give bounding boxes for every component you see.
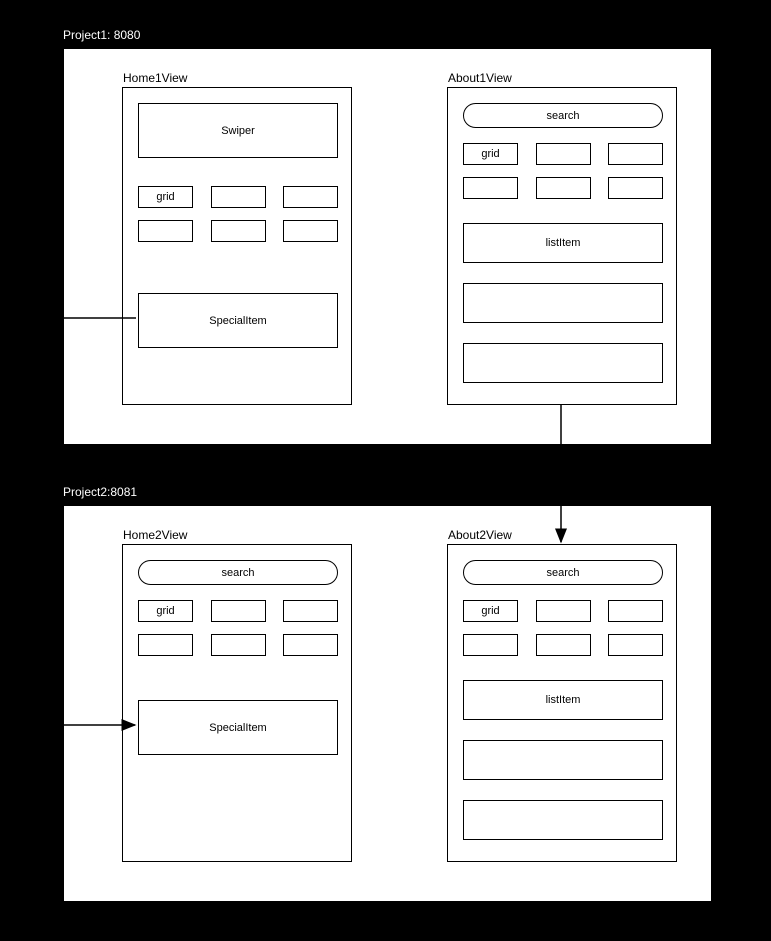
swiper-box: Swiper [138,103,338,158]
search-pill: search [463,103,663,128]
grid-cell [608,143,663,165]
grid-cell [138,634,193,656]
list-item-box: listItem [463,680,663,720]
grid-cell [283,186,338,208]
about1-title: About1View [448,71,512,85]
grid-cell [283,634,338,656]
about2-title: About2View [448,528,512,542]
home1-title: Home1View [123,71,187,85]
grid-cell: grid [138,600,193,622]
project2-box: Home2View search grid SpecialItem About2… [63,505,712,902]
grid-cell: grid [138,186,193,208]
grid-cell [211,220,266,242]
special-item-box: SpecialItem [138,293,338,348]
grid-cell [211,634,266,656]
grid-cell: grid [463,600,518,622]
home1-view: Home1View Swiper grid SpecialItem [122,87,352,405]
grid-cell [463,634,518,656]
grid-cell [536,143,591,165]
about1-view: About1View search grid listItem [447,87,677,405]
grid-cell [608,600,663,622]
list-item-box [463,283,663,323]
list-item-box [463,740,663,780]
grid-cell: grid [463,143,518,165]
project2-label: Project2:8081 [63,485,137,499]
list-item-box [463,800,663,840]
list-item-box [463,343,663,383]
grid-cell [211,600,266,622]
grid-cell [463,177,518,199]
about2-view: About2View search grid listItem [447,544,677,862]
grid-cell [283,600,338,622]
grid-cell [608,634,663,656]
project1-box: Home1View Swiper grid SpecialItem About1… [63,48,712,445]
home2-title: Home2View [123,528,187,542]
grid-cell [283,220,338,242]
list-item-box: listItem [463,223,663,263]
grid-cell [536,177,591,199]
search-pill: search [138,560,338,585]
diagram-canvas: Project1: 8080 Home1View Swiper grid Spe… [0,0,771,941]
grid-cell [211,186,266,208]
search-pill: search [463,560,663,585]
grid-cell [608,177,663,199]
project1-label: Project1: 8080 [63,28,140,42]
grid-cell [536,634,591,656]
home2-view: Home2View search grid SpecialItem [122,544,352,862]
special-item-box: SpecialItem [138,700,338,755]
grid-cell [536,600,591,622]
grid-cell [138,220,193,242]
